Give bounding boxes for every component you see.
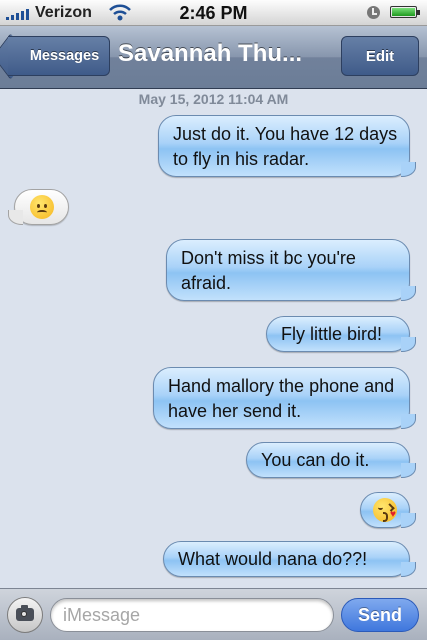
message-bubble-sent[interactable]: Just do it. You have 12 days to fly in h… bbox=[158, 115, 416, 177]
rotation-lock-icon bbox=[367, 6, 380, 19]
conversation-view[interactable]: May 15, 2012 11:04 AM Just do it. You ha… bbox=[0, 89, 427, 588]
message-text: Fly little bird! bbox=[281, 324, 383, 344]
message-text: You can do it. bbox=[261, 450, 370, 470]
message-text: Just do it. You have 12 days to fly in h… bbox=[173, 124, 398, 169]
message-text: What would nana do??! bbox=[178, 549, 368, 569]
message-timestamp: May 15, 2012 11:04 AM bbox=[138, 91, 289, 107]
battery-icon bbox=[390, 6, 420, 18]
message-bubble-sent[interactable]: You can do it. bbox=[246, 442, 416, 478]
message-bubble-sent[interactable]: ♥ bbox=[360, 492, 416, 528]
message-input-bar: Send bbox=[0, 588, 427, 640]
message-bubble-sent[interactable]: What would nana do??! bbox=[163, 541, 416, 577]
edit-button[interactable]: Edit bbox=[341, 36, 419, 76]
message-bubble-sent[interactable]: Fly little bird! bbox=[266, 316, 416, 352]
message-bubble-received[interactable] bbox=[8, 189, 69, 225]
back-button-label: Messages bbox=[29, 48, 100, 64]
edit-button-label: Edit bbox=[365, 47, 395, 65]
camera-button[interactable] bbox=[7, 597, 43, 633]
conversation-title: Savannah Thu... bbox=[118, 40, 303, 67]
status-bar: Verizon 2:46 PM bbox=[0, 0, 427, 26]
clock: 2:46 PM bbox=[179, 3, 248, 23]
message-input[interactable] bbox=[50, 598, 334, 632]
camera-icon bbox=[16, 605, 34, 621]
disappointed-face-icon bbox=[30, 195, 54, 219]
kissing-face-icon: ♥ bbox=[373, 498, 397, 522]
message-text: Don't miss it bc you're afraid. bbox=[181, 248, 356, 293]
send-button-label: Send bbox=[357, 604, 402, 625]
messages-back-button[interactable]: Messages bbox=[8, 36, 110, 76]
message-bubble-sent[interactable]: Don't miss it bc you're afraid. bbox=[166, 239, 416, 301]
message-bubble-sent[interactable]: Hand mallory the phone and have her send… bbox=[153, 367, 416, 429]
nav-bar: Messages Savannah Thu... Edit bbox=[0, 26, 427, 89]
message-text: Hand mallory the phone and have her send… bbox=[168, 376, 395, 421]
send-button[interactable]: Send bbox=[341, 598, 419, 632]
